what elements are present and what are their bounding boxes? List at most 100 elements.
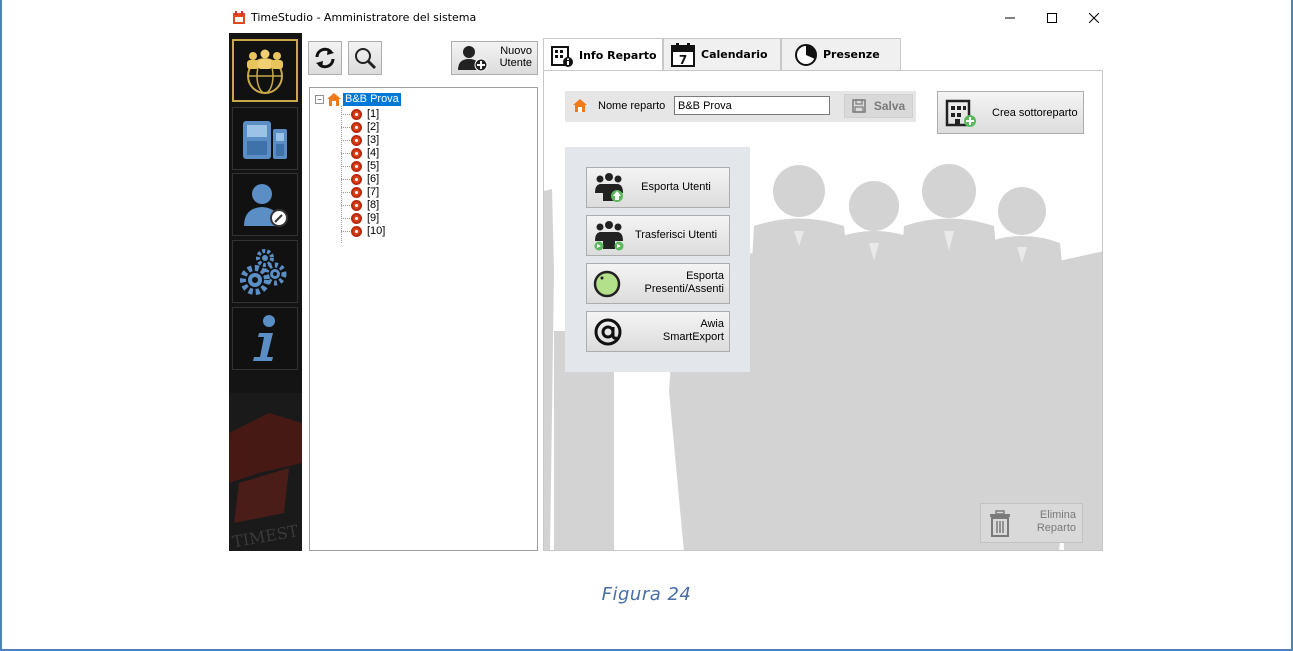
at-sign-icon [594, 318, 622, 346]
home-icon [573, 99, 587, 112]
export-users-label: Esporta Utenti [641, 181, 711, 193]
user-node-icon [351, 147, 362, 159]
tab-presenze[interactable]: Presenze [781, 38, 901, 70]
gears-icon [240, 248, 287, 295]
user-node-icon [351, 121, 362, 133]
user-node-icon [351, 160, 362, 172]
users-globe-icon [247, 49, 283, 94]
tree-node[interactable]: [5] [341, 160, 379, 172]
info-icon [253, 314, 275, 361]
floppy-disk-icon [852, 99, 866, 113]
tab-info-reparto-label: Info Reparto [579, 49, 657, 62]
awia-smartexport-button[interactable]: Awia SmartExport [586, 311, 730, 352]
user-node-icon [351, 186, 362, 198]
maximize-icon [1047, 13, 1057, 23]
save-button[interactable]: Salva [844, 94, 913, 118]
window-title: TimeStudio - Amministratore del sistema [251, 11, 477, 24]
nav-settings[interactable] [232, 240, 298, 303]
nav-users-globe[interactable] [232, 39, 298, 102]
new-user-label: Nuovo Utente [500, 45, 532, 69]
user-node-icon [351, 199, 362, 211]
new-user-label-line1: Nuovo [500, 45, 532, 57]
tree-root-label[interactable]: B&B Prova [343, 92, 401, 106]
tab-calendario[interactable]: 7 Calendario [663, 38, 781, 70]
export-users-button[interactable]: Esporta Utenti [586, 167, 730, 208]
tree-node-label: [7] [367, 186, 380, 198]
refresh-icon [315, 47, 335, 69]
tree-node[interactable]: [9] [341, 212, 379, 224]
user-node-icon [351, 225, 362, 237]
department-name-input[interactable] [674, 96, 830, 115]
close-icon [1089, 13, 1099, 23]
tree-node-label: [1] [367, 108, 380, 120]
collapse-icon[interactable]: − [315, 94, 324, 104]
tree-node-label: [10] [367, 225, 386, 237]
transfer-users-button[interactable]: Trasferisci Utenti [586, 215, 730, 256]
left-navigation: TIMEST [229, 33, 302, 551]
search-icon [355, 48, 377, 70]
brand-watermark: TIMEST [229, 393, 302, 551]
user-node-icon [351, 212, 362, 224]
maximize-button[interactable] [1034, 5, 1070, 31]
delete-department-button[interactable]: Elimina Reparto [980, 503, 1083, 543]
tree-node[interactable]: [3] [341, 134, 379, 146]
awia-smartexport-line2: SmartExport [662, 331, 724, 343]
tree-node[interactable]: [6] [341, 173, 379, 185]
terminal-devices-icon [243, 120, 287, 159]
tab-info-reparto[interactable]: Info Reparto [543, 38, 663, 72]
awia-smartexport-label: Awia SmartExport [663, 318, 724, 344]
timestudio-app-icon [233, 11, 245, 24]
tree-node-label: [4] [367, 147, 380, 159]
tree-node-label: [8] [367, 199, 380, 211]
close-button[interactable] [1076, 5, 1112, 31]
create-subdepartment-label: Crea sottoreparto [992, 106, 1078, 119]
figure-caption: Figura 24 [601, 584, 692, 605]
department-tree[interactable]: − B&B Prova [1] [2] [3] [4] [5] [6] [7] … [309, 87, 538, 551]
tree-node[interactable]: [1] [341, 108, 379, 120]
tree-node-label: [5] [367, 160, 380, 172]
nav-info[interactable] [232, 307, 298, 370]
delete-department-line1: Elimina [1039, 509, 1076, 521]
department-name-row: Nome reparto Salva [565, 91, 916, 122]
tab-presenze-label: Presenze [823, 48, 880, 61]
tree-node-label: [2] [367, 121, 380, 133]
tree-root-item[interactable]: − B&B Prova [315, 92, 401, 106]
minimize-icon [1005, 17, 1015, 19]
export-users-icon [595, 173, 623, 202]
trash-icon [990, 510, 1010, 537]
add-department-icon [945, 99, 976, 127]
actions-panel: Esporta Utenti Trasferisci Utenti Esport… [565, 147, 750, 372]
nav-terminals[interactable] [232, 107, 298, 170]
tree-node-label: [6] [367, 173, 380, 185]
export-present-absent-button[interactable]: Esporta Presenti/Assenti [586, 263, 730, 304]
tree-node-label: [3] [367, 134, 380, 146]
transfer-users-icon [594, 221, 624, 251]
tree-node[interactable]: [10] [341, 225, 385, 237]
user-node-icon [351, 108, 362, 120]
app-window: TimeStudio - Amministratore del sistema [222, 5, 1111, 551]
search-button[interactable] [348, 41, 382, 75]
export-present-absent-label: Esporta Presenti/Assenti [645, 270, 724, 296]
delete-department-label: Elimina Reparto [1037, 509, 1076, 535]
tree-node[interactable]: [7] [341, 186, 379, 198]
info-reparto-panel: Nome reparto Salva Crea sottorepart [543, 70, 1103, 551]
user-node-icon [351, 173, 362, 185]
create-subdepartment-button[interactable]: Crea sottoreparto [937, 91, 1084, 134]
transfer-users-label: Trasferisci Utenti [634, 229, 718, 241]
tree-node[interactable]: [4] [341, 147, 379, 159]
calendar-day-text: 7 [679, 53, 687, 67]
tree-node-label: [9] [367, 212, 380, 224]
clock-icon [795, 43, 817, 66]
minimize-button[interactable] [992, 5, 1028, 31]
new-user-button[interactable]: Nuovo Utente [451, 41, 538, 75]
tree-node[interactable]: [8] [341, 199, 379, 211]
nav-user-key[interactable] [232, 173, 298, 236]
refresh-button[interactable] [308, 41, 342, 75]
tree-toolbar: Nuovo Utente [308, 41, 538, 75]
title-bar: TimeStudio - Amministratore del sistema [222, 5, 1111, 31]
tree-node[interactable]: [2] [341, 121, 379, 133]
export-present-absent-line2: Presenti/Assenti [644, 283, 724, 295]
user-key-icon [244, 183, 288, 227]
awia-smartexport-line1: Awia [700, 318, 724, 330]
present-absent-icon [593, 270, 621, 298]
